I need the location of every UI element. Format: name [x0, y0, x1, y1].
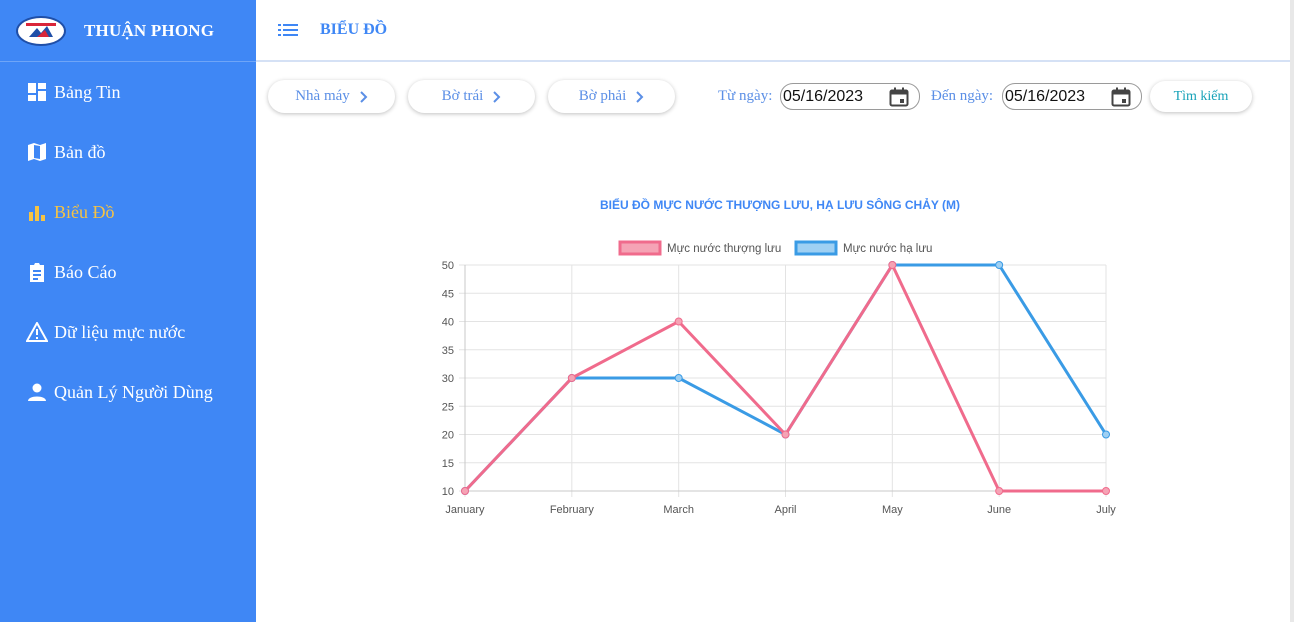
x-tick-label: May [882, 504, 903, 516]
filter-toolbar: Nhà máy Bờ trái Bờ phải Từ ngày: 05/16/2… [256, 64, 1290, 128]
data-point [567, 374, 576, 382]
sidebar-item-quan-ly-nguoi-dung[interactable]: Quản Lý Người Dùng [0, 362, 256, 422]
filter-label: Bờ trái [441, 88, 484, 104]
x-tick-label: July [1096, 504, 1116, 516]
legend-swatch [794, 240, 838, 256]
chevron-right-icon [360, 90, 368, 103]
y-tick-label: 15 [442, 458, 454, 470]
filter-bo-phai-button[interactable]: Bờ phải [548, 80, 675, 113]
warning-icon [26, 321, 48, 343]
legend-label: Mực nước thượng lưu [667, 243, 781, 255]
legend-label: Mực nước hạ lưu [843, 243, 932, 255]
data-point [995, 261, 1004, 269]
sidebar-item-label: Dữ liệu mực nước [54, 321, 186, 342]
sidebar-item-bang-tin[interactable]: Bảng Tin [0, 62, 256, 122]
map-icon [26, 141, 48, 163]
data-point [461, 487, 469, 495]
sidebar-item-bieu-do[interactable]: Biểu Đồ [0, 182, 256, 242]
sidebar-item-label: Biểu Đồ [54, 201, 115, 222]
chevron-right-icon [636, 90, 644, 103]
to-date-input[interactable]: 05/16/2023 [1002, 83, 1142, 110]
sidebar-item-label: Quản Lý Người Dùng [54, 381, 213, 402]
data-point [674, 374, 683, 382]
water-level-chart: BIỂU ĐỒ MỰC NƯỚC THƯỢNG LƯU, HẠ LƯU SÔNG… [420, 190, 1140, 530]
to-date-label: Đến ngày: [931, 88, 994, 104]
dashboard-icon [26, 81, 48, 103]
company-logo[interactable] [16, 15, 66, 46]
y-tick-label: 45 [442, 288, 454, 300]
from-date-label: Từ ngày: [718, 88, 773, 104]
clipboard-icon [26, 261, 48, 283]
sidebar-nav: Bảng Tin Bản đồ Biểu Đồ Báo Cáo Dữ liệu … [0, 62, 256, 422]
sidebar: THUẬN PHONG Bảng Tin Bản đồ Biểu Đồ Báo … [0, 0, 256, 622]
y-tick-label: 10 [442, 486, 454, 498]
bar-chart-icon [26, 201, 48, 223]
data-point [1102, 430, 1110, 439]
x-tick-label: June [987, 504, 1011, 516]
from-date-input[interactable]: 05/16/2023 [780, 83, 920, 110]
y-tick-label: 30 [442, 373, 454, 385]
window-edge [1290, 0, 1294, 622]
sidebar-item-label: Báo Cáo [54, 261, 117, 282]
menu-icon[interactable] [278, 23, 298, 37]
brand: THUẬN PHONG [0, 0, 256, 62]
x-tick-label: March [663, 504, 694, 516]
x-tick-label: January [445, 504, 485, 516]
filter-label: Nhà máy [295, 88, 350, 104]
x-tick-label: February [550, 504, 595, 516]
app: THUẬN PHONG Bảng Tin Bản đồ Biểu Đồ Báo … [0, 0, 1294, 622]
sidebar-item-label: Bảng Tin [54, 81, 121, 102]
top-bar: BIỂU ĐỒ [256, 0, 1290, 62]
search-button[interactable]: Tìm kiếm [1150, 81, 1252, 112]
chevron-right-icon [493, 90, 501, 103]
sidebar-item-label: Bản đồ [54, 141, 106, 162]
x-tick-label: April [774, 504, 796, 516]
data-point [674, 317, 683, 326]
y-tick-label: 25 [442, 401, 454, 413]
data-point [781, 430, 790, 439]
y-tick-label: 50 [442, 260, 454, 272]
filter-label: Bờ phải [578, 88, 627, 104]
sidebar-item-bao-cao[interactable]: Báo Cáo [0, 242, 256, 302]
sidebar-item-ban-do[interactable]: Bản đồ [0, 122, 256, 182]
y-tick-label: 40 [442, 317, 454, 329]
sidebar-item-du-lieu-muc-nuoc[interactable]: Dữ liệu mực nước [0, 302, 256, 362]
calendar-icon[interactable] [1111, 87, 1131, 107]
from-date-value: 05/16/2023 [783, 87, 864, 105]
calendar-icon[interactable] [889, 87, 909, 107]
data-point [995, 487, 1004, 495]
user-icon [26, 381, 48, 403]
data-point [888, 261, 897, 269]
y-tick-label: 35 [442, 345, 454, 357]
filter-bo-trai-button[interactable]: Bờ trái [408, 80, 535, 113]
y-tick-label: 20 [442, 430, 454, 442]
chart-canvas: 10 15 20 25 30 35 40 45 50 January February March Ap… [442, 240, 1116, 516]
filter-nha-may-button[interactable]: Nhà máy [268, 80, 395, 113]
data-point [1102, 487, 1110, 495]
page-title: BIỂU ĐỒ [320, 21, 388, 38]
brand-name: THUẬN PHONG [84, 20, 215, 40]
legend-swatch [618, 240, 662, 256]
to-date-value: 05/16/2023 [1005, 87, 1086, 105]
search-button-label: Tìm kiếm [1173, 88, 1229, 104]
